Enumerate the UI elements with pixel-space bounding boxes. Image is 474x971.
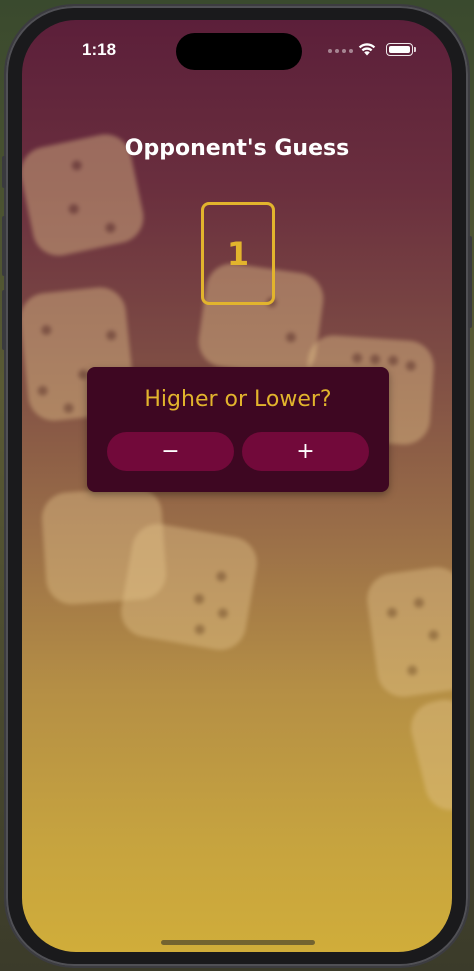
background-die xyxy=(117,519,261,655)
signal-dots-icon xyxy=(328,49,353,53)
higher-button[interactable]: + xyxy=(242,432,369,471)
battery-icon xyxy=(386,43,413,56)
background-die xyxy=(363,563,452,701)
home-indicator[interactable] xyxy=(161,940,315,945)
card-prompt: Higher or Lower? xyxy=(144,387,332,412)
status-bar: 1:18 xyxy=(22,20,452,76)
silent-switch xyxy=(2,156,6,188)
volume-up-button xyxy=(2,216,6,276)
higher-lower-card: Higher or Lower? − + xyxy=(87,367,389,492)
app-screen: 1:18 Opponent's Guess 1 Higher or Lower?… xyxy=(22,20,452,952)
status-time: 1:18 xyxy=(82,40,117,59)
page-title: Opponent's Guess xyxy=(124,136,350,161)
dynamic-island xyxy=(176,33,302,70)
guess-number: 1 xyxy=(226,234,250,273)
lower-button[interactable]: − xyxy=(107,432,234,471)
power-button xyxy=(468,236,472,328)
volume-down-button xyxy=(2,290,6,350)
wifi-icon xyxy=(358,43,376,56)
opponent-guess-display: 1 xyxy=(201,202,275,305)
background-die xyxy=(405,694,452,816)
battery-nub xyxy=(414,47,416,52)
